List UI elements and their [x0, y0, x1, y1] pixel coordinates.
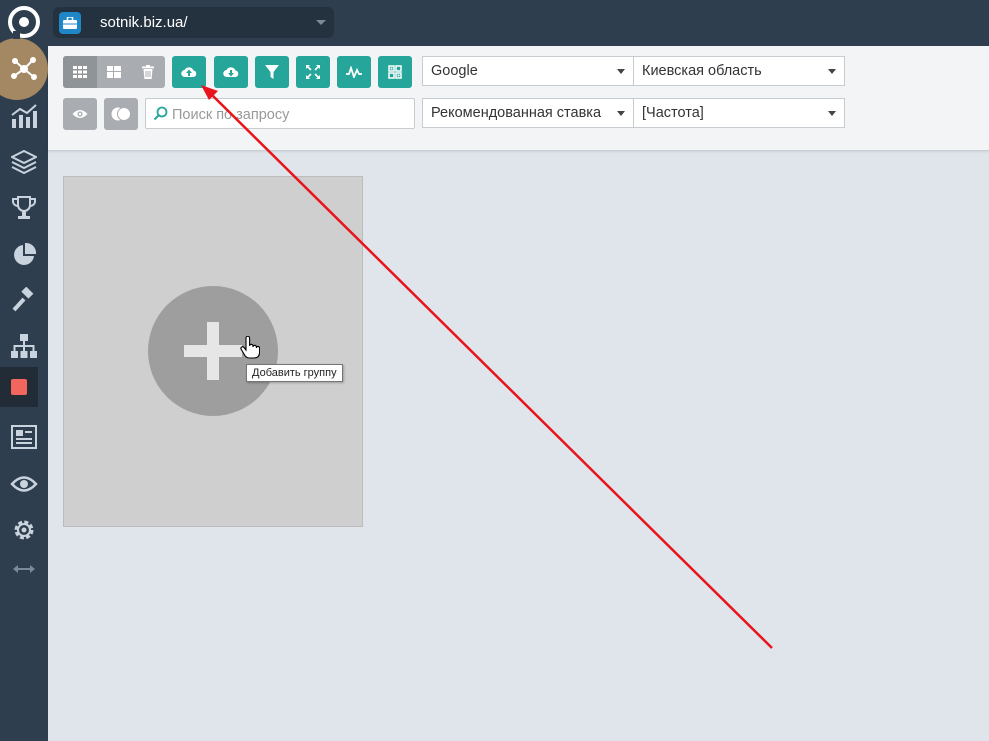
red-square-item[interactable]	[0, 367, 38, 407]
add-group-tooltip: Добавить группу	[246, 364, 343, 382]
search-icon	[153, 106, 168, 121]
logo-icon[interactable]	[0, 2, 48, 42]
view-mode-group	[63, 56, 165, 88]
toggle-visibility-button[interactable]	[63, 98, 97, 130]
pie-icon[interactable]	[0, 235, 48, 275]
briefcase-icon	[59, 12, 81, 34]
frequency-select[interactable]: [Частота]	[633, 98, 845, 128]
search-engine-value: Google	[431, 63, 478, 79]
expand-nodes-button[interactable]	[296, 56, 330, 88]
project-selector[interactable]: sotnik.biz.ua/	[53, 7, 334, 38]
bid-select[interactable]: Рекомендованная ставка	[422, 98, 634, 128]
gavel-icon[interactable]	[0, 280, 48, 320]
cloud-upload-icon	[181, 67, 197, 78]
filter-button[interactable]	[255, 56, 289, 88]
grid-view-button[interactable]	[63, 56, 97, 88]
list-icon[interactable]	[0, 417, 48, 457]
layers-icon[interactable]	[0, 142, 48, 182]
red-square-icon	[11, 379, 27, 395]
chevron-down-icon	[828, 69, 836, 74]
activity-button[interactable]	[337, 56, 371, 88]
bid-value: Рекомендованная ставка	[431, 105, 602, 121]
chart-icon[interactable]	[0, 96, 48, 136]
top-bar: sotnik.biz.ua/	[48, 0, 989, 46]
region-value: Киевская область	[642, 63, 762, 79]
pulse-icon	[346, 66, 362, 78]
trophy-icon[interactable]	[0, 188, 48, 228]
eye-icon[interactable]	[0, 464, 48, 504]
chevron-down-icon	[617, 69, 625, 74]
hand-cursor-icon	[240, 336, 260, 359]
upload-button[interactable]	[172, 56, 206, 88]
expand-icon[interactable]	[0, 549, 48, 589]
trash-icon	[142, 65, 154, 79]
download-button[interactable]	[214, 56, 248, 88]
chevron-down-icon	[617, 111, 625, 116]
project-name: sotnik.biz.ua/	[100, 14, 188, 31]
gear-icon[interactable]	[0, 510, 48, 550]
circles-icon	[111, 107, 131, 121]
search-box	[145, 98, 415, 129]
compare-button[interactable]	[104, 98, 138, 130]
clusters-button[interactable]	[378, 56, 412, 88]
eye-icon	[72, 110, 88, 118]
sitemap-icon[interactable]	[0, 326, 48, 366]
cloud-download-icon	[223, 67, 239, 78]
search-engine-select[interactable]: Google	[422, 56, 634, 86]
new-group-card	[63, 176, 363, 527]
chevron-down-icon	[828, 111, 836, 116]
region-select[interactable]: Киевская область	[633, 56, 845, 86]
clusters-icon	[388, 65, 402, 79]
chevron-down-icon	[316, 20, 326, 25]
search-input[interactable]	[170, 103, 414, 126]
delete-button[interactable]	[131, 56, 165, 88]
network-icon[interactable]	[0, 49, 48, 89]
arrows-expand-icon	[306, 65, 320, 79]
sidebar	[0, 0, 48, 741]
filter-icon	[265, 65, 279, 79]
grid-icon	[73, 66, 87, 78]
panel-icon	[107, 66, 121, 78]
list-view-button[interactable]	[97, 56, 131, 88]
frequency-value: [Частота]	[642, 105, 704, 121]
toolbar: Google Киевская область Рекомендованная …	[48, 46, 989, 151]
